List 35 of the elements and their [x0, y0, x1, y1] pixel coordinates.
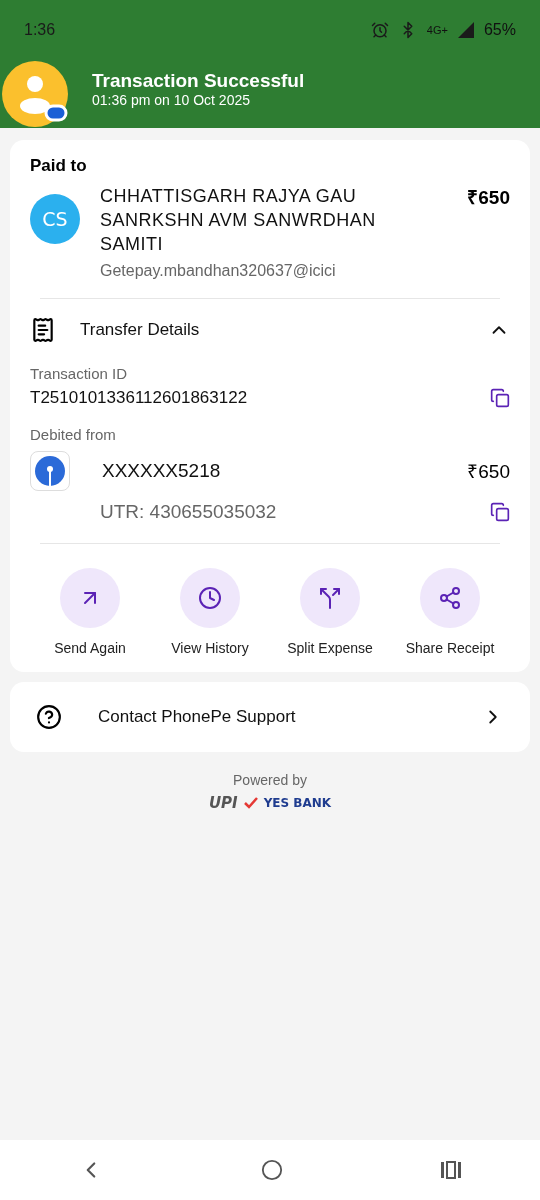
action-button[interactable]: Split Expense [270, 568, 390, 656]
upi-logo: UPI [208, 794, 238, 812]
transaction-id: T2510101336112601863122 [30, 388, 248, 408]
support-card[interactable]: Contact PhonePe Support [10, 682, 530, 752]
check-icon [243, 797, 258, 809]
account-number: XXXXXX5218 [102, 460, 221, 482]
recents-icon[interactable] [439, 1161, 462, 1179]
copy-icon[interactable] [490, 388, 510, 408]
receipt-icon [30, 317, 56, 343]
help-icon [36, 704, 62, 730]
action-button[interactable]: Send Again [30, 568, 150, 656]
support-label: Contact PhonePe Support [98, 707, 296, 727]
debited-from-label: Debited from [30, 426, 117, 443]
network-type: 4G+ [426, 24, 448, 36]
amount: ₹650 [467, 186, 510, 210]
alarm-icon [370, 21, 389, 39]
bank-name: YES BANK [263, 796, 332, 810]
payee-avatar: CS [30, 194, 80, 244]
paid-to-label: Paid to [30, 156, 88, 176]
status-time: 1:36 [24, 21, 56, 39]
copy-icon[interactable] [490, 502, 510, 522]
signal-icon [457, 22, 474, 38]
transaction-id-label: Transaction ID [30, 365, 128, 382]
transfer-details-title: Transfer Details [80, 320, 200, 340]
utr-number: UTR: 430655035032 [100, 501, 277, 523]
action-button[interactable]: Share Receipt [390, 568, 510, 656]
transaction-time: 01:36 pm on 10 Oct 2025 [92, 92, 251, 108]
powered-by: Powered by [233, 772, 307, 788]
action-button[interactable]: View History [150, 568, 270, 656]
payee-name: CHHATTISGARH RAJYA GAU SANRKSHN AVM SANWRDHAN SAMITI [100, 185, 377, 256]
status-title: Transaction Successful [92, 70, 305, 92]
upi-id: Getepay.mbandhan320637@icici [100, 262, 337, 280]
battery-level: 65% [483, 21, 516, 39]
debited-amount: ₹650 [467, 460, 510, 484]
home-icon[interactable] [261, 1159, 283, 1181]
